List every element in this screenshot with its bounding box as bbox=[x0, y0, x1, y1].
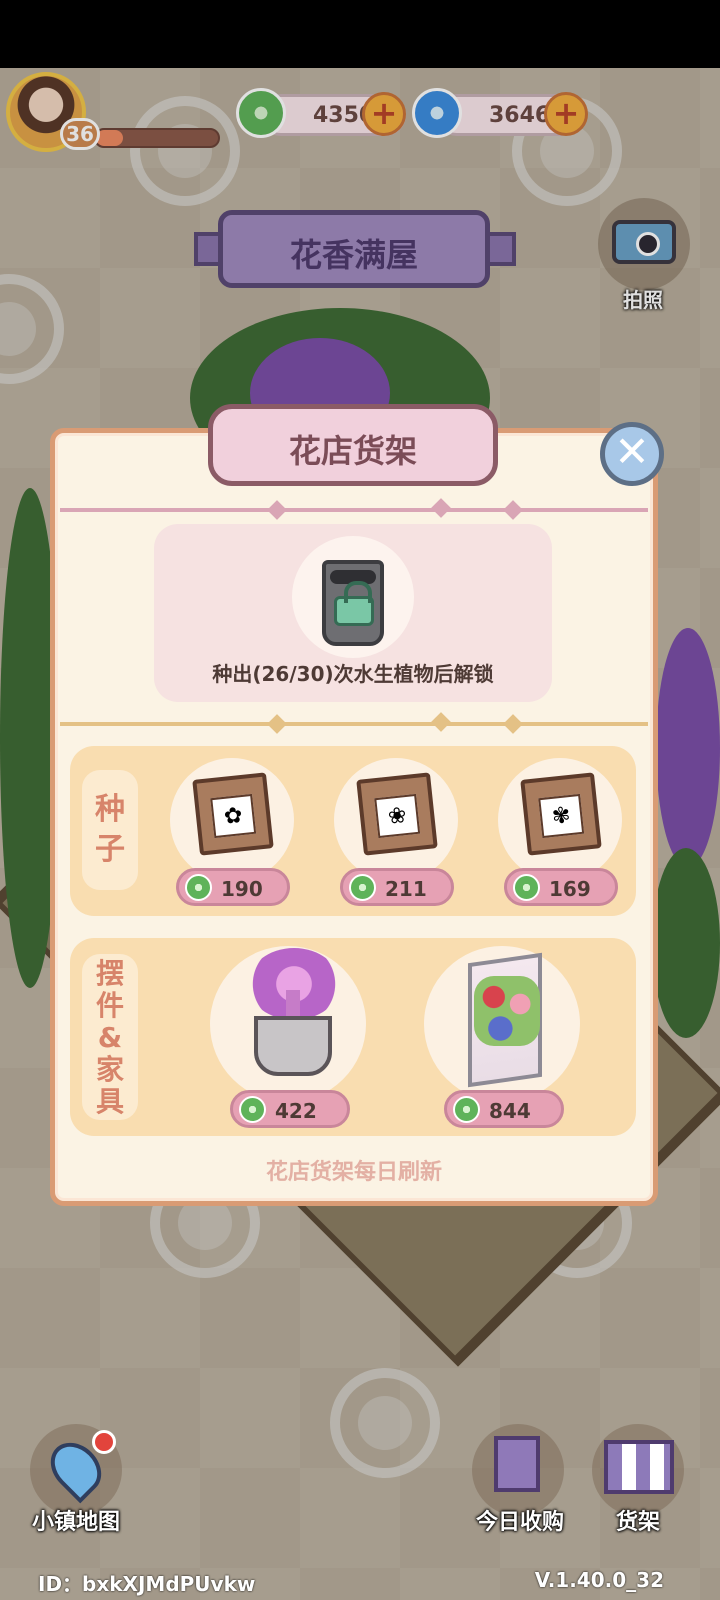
decor-label-text: 摆件&家具 bbox=[95, 957, 124, 1118]
dialog-title: 花店货架 bbox=[288, 432, 417, 470]
seed-price-tag-1[interactable]: 211 bbox=[340, 868, 454, 906]
status-bar bbox=[0, 0, 720, 68]
lock-icon bbox=[334, 581, 374, 626]
clover-icon bbox=[185, 874, 212, 901]
dialog-header: 花店货架 bbox=[208, 404, 498, 486]
clover-icon bbox=[239, 1096, 266, 1123]
notice-board-icon bbox=[494, 1436, 540, 1492]
clover-icon bbox=[453, 1096, 480, 1123]
close-button[interactable]: ✕ bbox=[600, 422, 664, 486]
divider bbox=[60, 508, 648, 512]
town-map-label: 小镇地图 bbox=[31, 1510, 120, 1535]
flower-pot-icon bbox=[254, 1016, 332, 1076]
notification-dot bbox=[92, 1430, 116, 1454]
seed-price-tag-2[interactable]: 169 bbox=[504, 868, 618, 906]
seed-packet-icon: ✿ bbox=[192, 772, 274, 856]
market-stall-icon bbox=[604, 1440, 674, 1494]
daffodil-icon: ✿ bbox=[210, 793, 257, 839]
player-id: ID：bxkXJMdPUvkw bbox=[38, 1572, 256, 1596]
seed-price-0: 190 bbox=[221, 877, 263, 901]
seed-packet-icon: ✾ bbox=[520, 772, 602, 856]
water-lily-icon: ✾ bbox=[538, 793, 585, 839]
seed-price-tag-0[interactable]: 190 bbox=[176, 868, 290, 906]
today-purchase-label: 今日收购 bbox=[475, 1510, 564, 1535]
unlock-condition-text: 种出(26/30)次水生植物后解锁 bbox=[212, 662, 494, 686]
decor-price-tag-1[interactable]: 844 bbox=[444, 1090, 564, 1128]
decor-label: 摆件&家具 bbox=[82, 954, 138, 1120]
clover-icon bbox=[513, 874, 540, 901]
seed-price-1: 211 bbox=[385, 877, 427, 901]
orange-flower-icon: ❀ bbox=[374, 793, 421, 839]
shelf-label: 货架 bbox=[615, 1510, 660, 1535]
divider bbox=[60, 722, 648, 726]
seed-packet-icon: ❀ bbox=[356, 772, 438, 856]
seeds-label: 种子 bbox=[82, 770, 138, 890]
decor-price-1: 844 bbox=[489, 1099, 531, 1123]
seed-price-2: 169 bbox=[549, 877, 591, 901]
daily-refresh-note: 花店货架每日刷新 bbox=[265, 1160, 442, 1185]
seeds-label-text: 种子 bbox=[95, 792, 125, 867]
shelf-flowers-icon bbox=[474, 976, 540, 1046]
decor-price-tag-0[interactable]: 422 bbox=[230, 1090, 350, 1128]
version-label: V.1.40.0_32 bbox=[534, 1568, 664, 1592]
clover-icon bbox=[349, 874, 376, 901]
decor-price-0: 422 bbox=[275, 1099, 317, 1123]
